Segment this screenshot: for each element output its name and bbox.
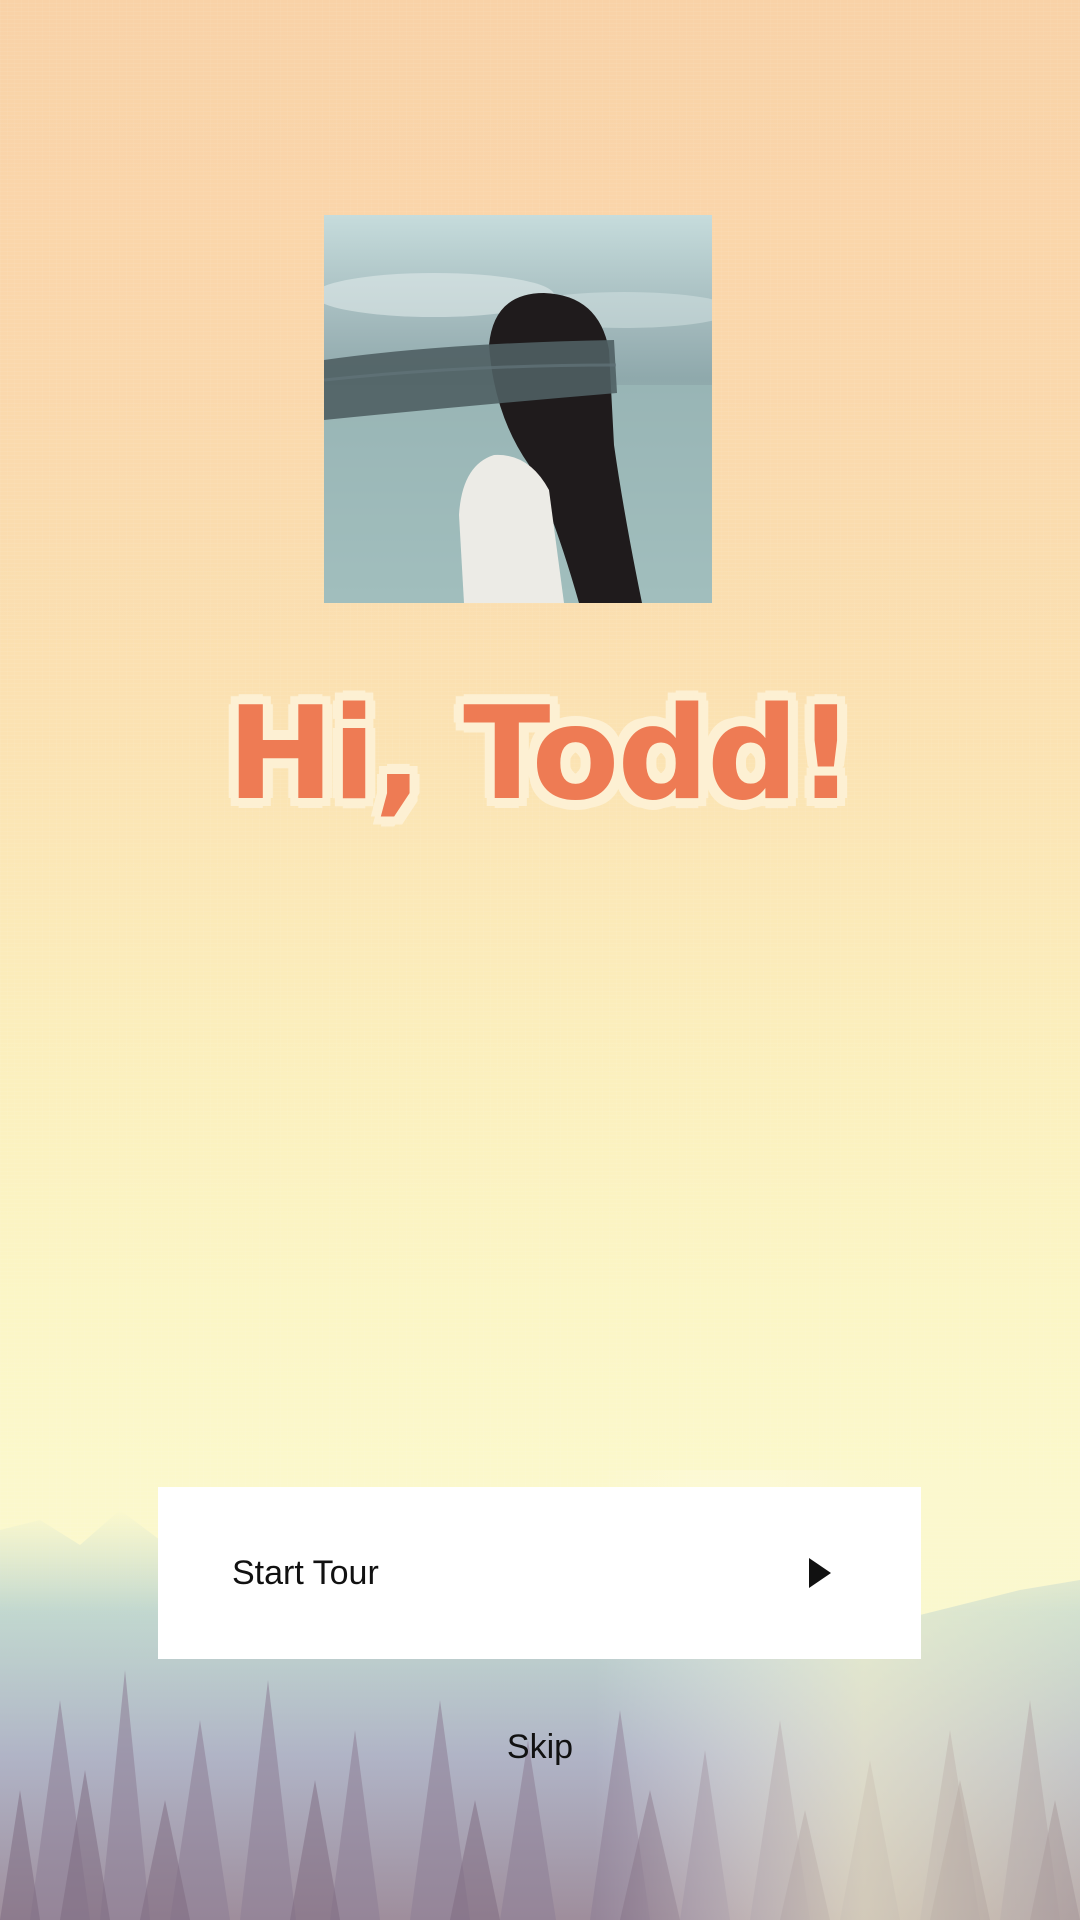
play-icon — [809, 1558, 831, 1588]
start-tour-button[interactable]: Start Tour — [158, 1487, 921, 1659]
profile-photo — [324, 215, 712, 603]
profile-photo-image — [324, 215, 712, 603]
welcome-screen: Hi, Todd! Start Tour Skip — [0, 0, 1080, 1920]
skip-link[interactable]: Skip — [0, 1728, 1080, 1767]
start-tour-label: Start Tour — [232, 1553, 379, 1592]
greeting-heading: Hi, Todd! — [226, 680, 855, 829]
